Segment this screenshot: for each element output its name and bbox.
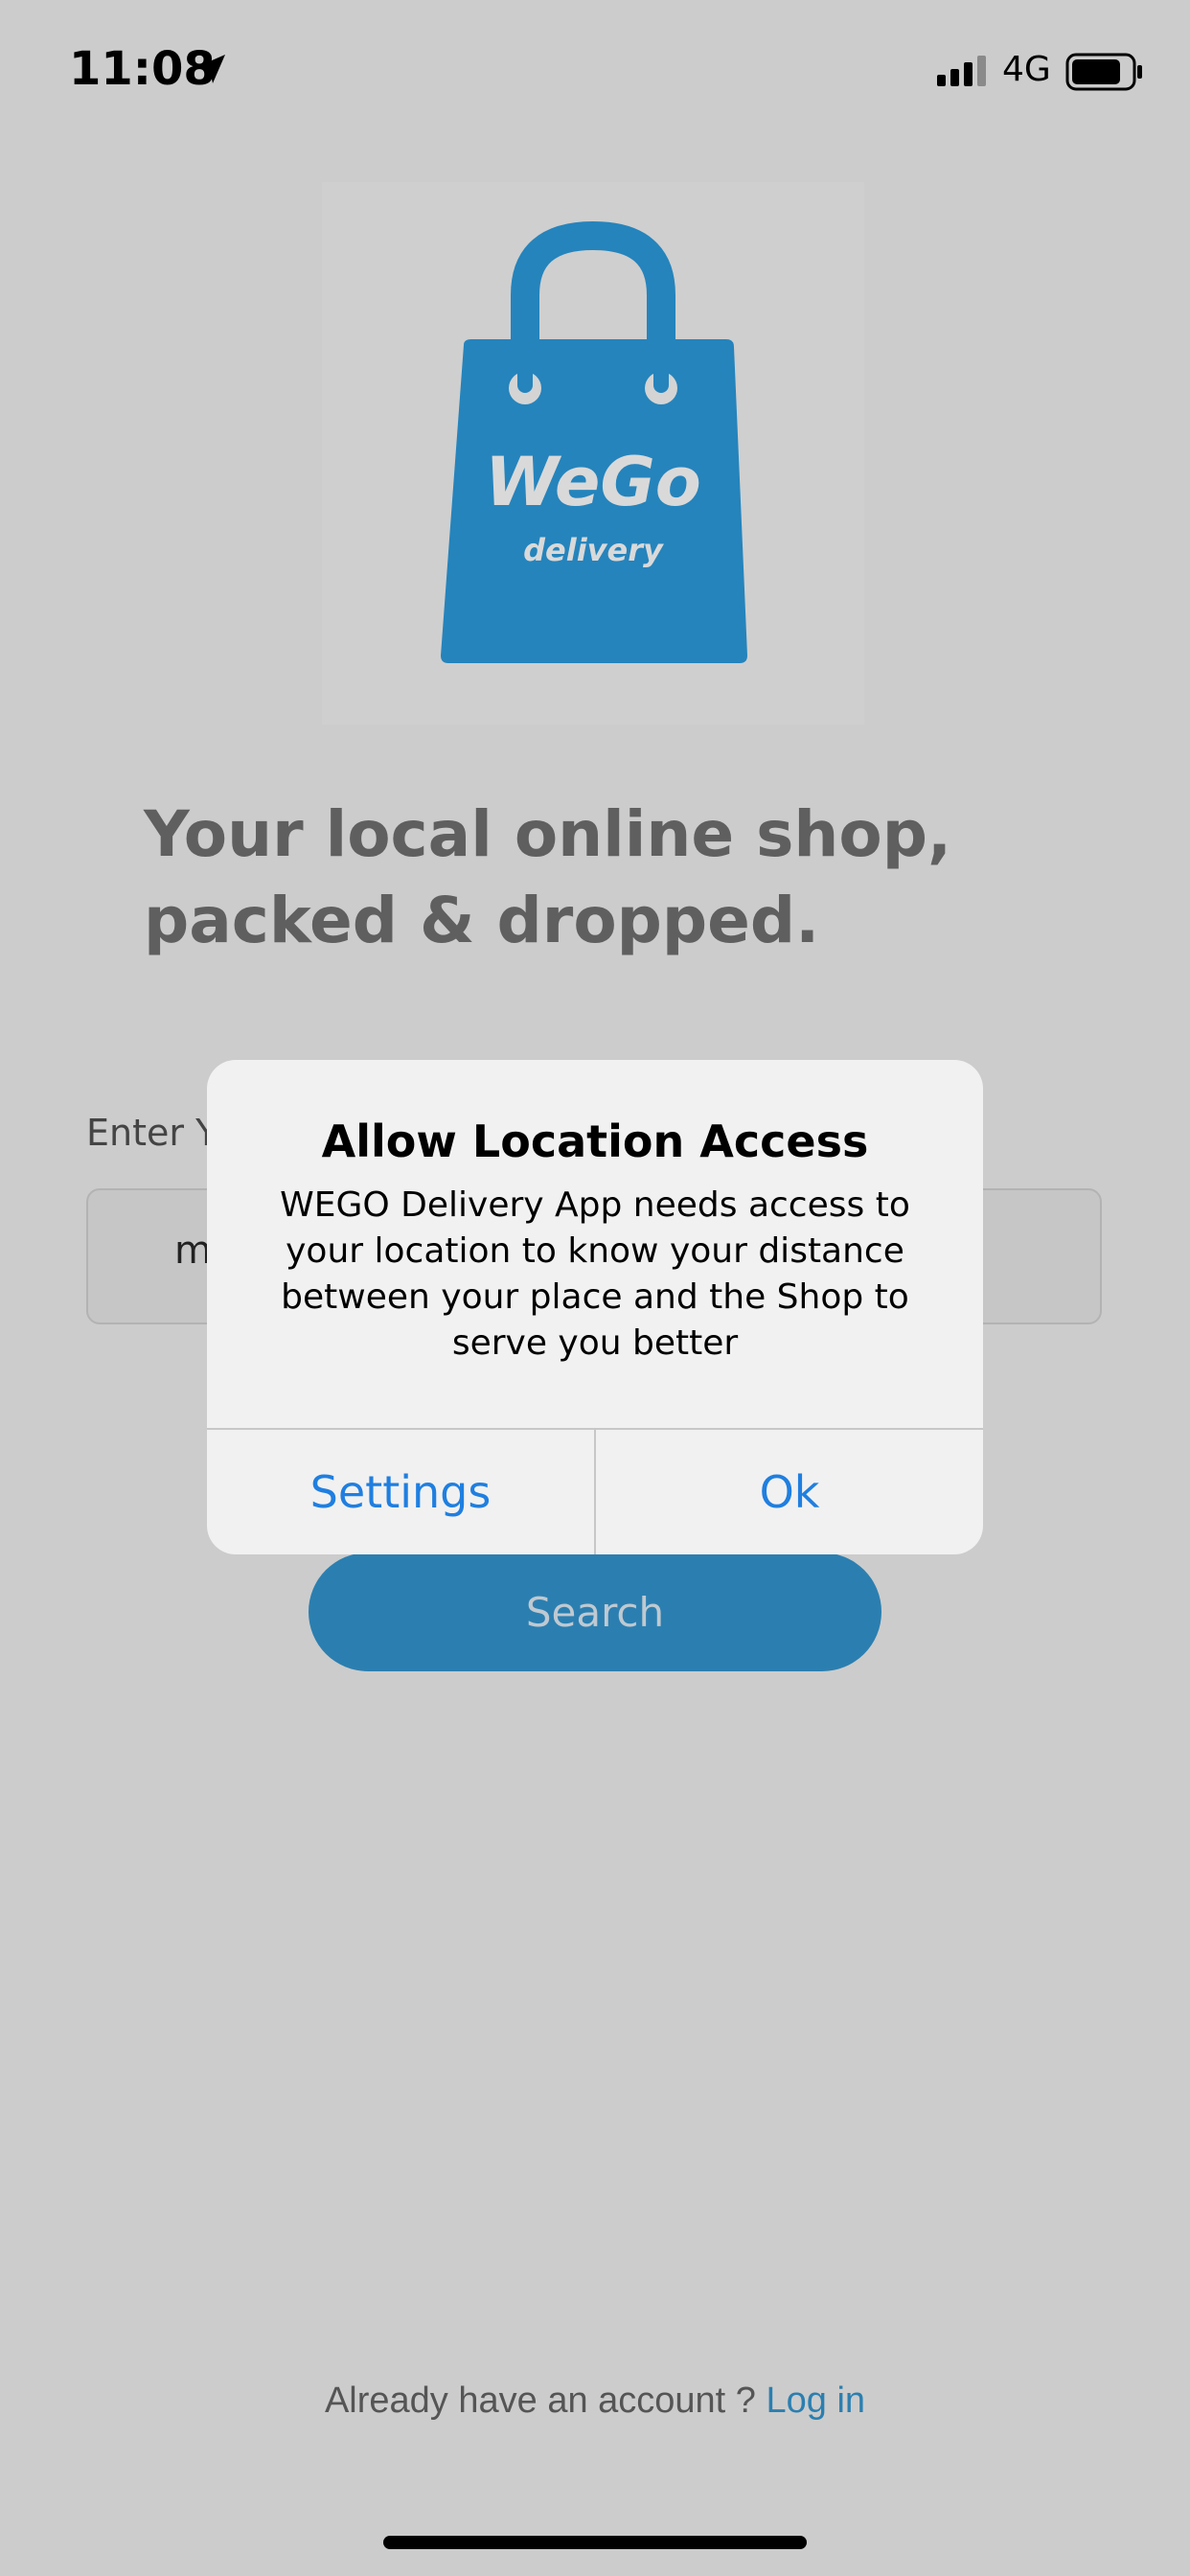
logo-title: WeGo: [485, 443, 701, 521]
field-label: Enter Y: [86, 1112, 218, 1154]
tagline-line-1: Your local online shop,: [144, 797, 952, 871]
network-type: 4G: [1002, 50, 1051, 89]
tagline-line-2: packed & dropped.: [144, 884, 820, 957]
app-screen: 11:08 4G WeGo delivery Your local online…: [0, 0, 1190, 2576]
alert-title: Allow Location Access: [321, 1116, 869, 1167]
settings-button[interactable]: Settings: [207, 1430, 594, 1554]
battery-icon: [1065, 53, 1142, 91]
logo-subtitle: delivery: [523, 532, 663, 568]
location-arrow-icon: [196, 55, 225, 83]
search-button[interactable]: Search: [309, 1552, 881, 1671]
location-alert-dialog: Allow Location Access WEGO Delivery App …: [207, 1060, 983, 1554]
tagline: Your local online shop, packed & dropped…: [144, 792, 1006, 964]
login-prompt-text: Already have an account ?: [324, 2380, 756, 2421]
signal-icon: [937, 56, 986, 86]
ok-button[interactable]: Ok: [596, 1430, 983, 1554]
alert-message: WEGO Delivery App needs access to your l…: [280, 1185, 910, 1363]
brand-logo: WeGo delivery: [322, 182, 864, 724]
home-indicator[interactable]: [383, 2536, 807, 2549]
login-prompt: Already have an account ? Log in: [0, 2380, 1190, 2422]
login-link[interactable]: Log in: [767, 2380, 866, 2421]
